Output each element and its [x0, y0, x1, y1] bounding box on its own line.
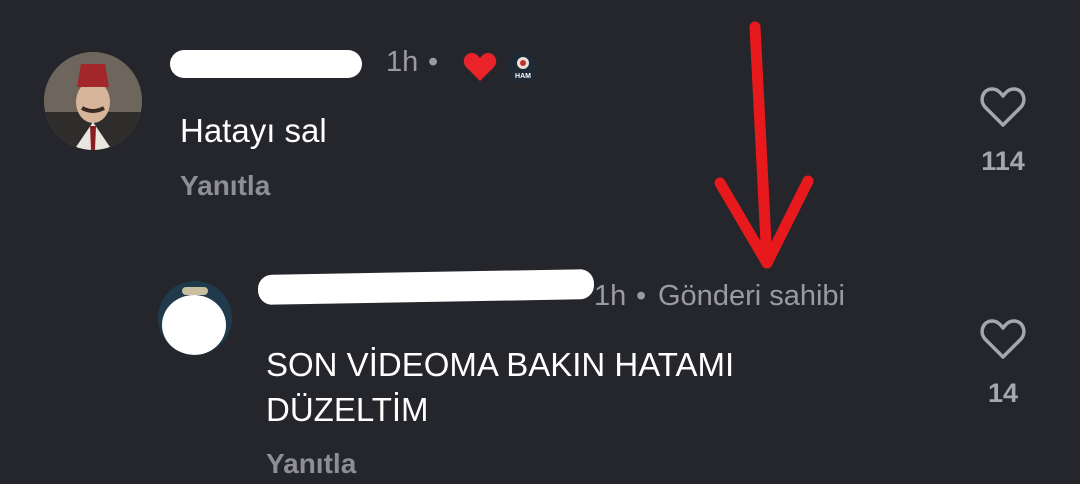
like-button[interactable]	[980, 86, 1026, 128]
comment-text: Hatayı sal	[180, 112, 327, 149]
comment-text-line: SON VİDEOMA BAKIN HATAMI	[266, 346, 735, 383]
redacted-username	[170, 50, 362, 78]
annotation-arrow-icon	[714, 21, 814, 269]
avatar[interactable]	[44, 52, 142, 150]
like-count: 14	[987, 378, 1019, 408]
redacted-username	[257, 269, 595, 305]
comment-time: 1h	[386, 46, 419, 78]
svg-text:HAM: HAM	[515, 73, 531, 80]
meta-separator: •	[636, 280, 647, 312]
avatar[interactable]	[158, 281, 232, 355]
comment-text-line: DÜZELTİM	[266, 391, 429, 428]
creator-tag: Gönderi sahibi	[658, 280, 845, 312]
comment-text: SON VİDEOMA BAKIN HATAMI DÜZELTİM	[266, 342, 734, 432]
heart-filled-icon	[463, 53, 497, 81]
like-count: 114	[981, 146, 1025, 176]
channel-badge-icon: HAM	[508, 52, 538, 82]
avatar-portrait-icon	[44, 52, 142, 150]
reply-button[interactable]: Yanıtla	[180, 170, 270, 202]
comment-time: 1h	[594, 280, 627, 312]
reply-button[interactable]: Yanıtla	[266, 448, 356, 480]
like-button[interactable]	[980, 318, 1026, 360]
meta-separator: •	[428, 46, 439, 78]
